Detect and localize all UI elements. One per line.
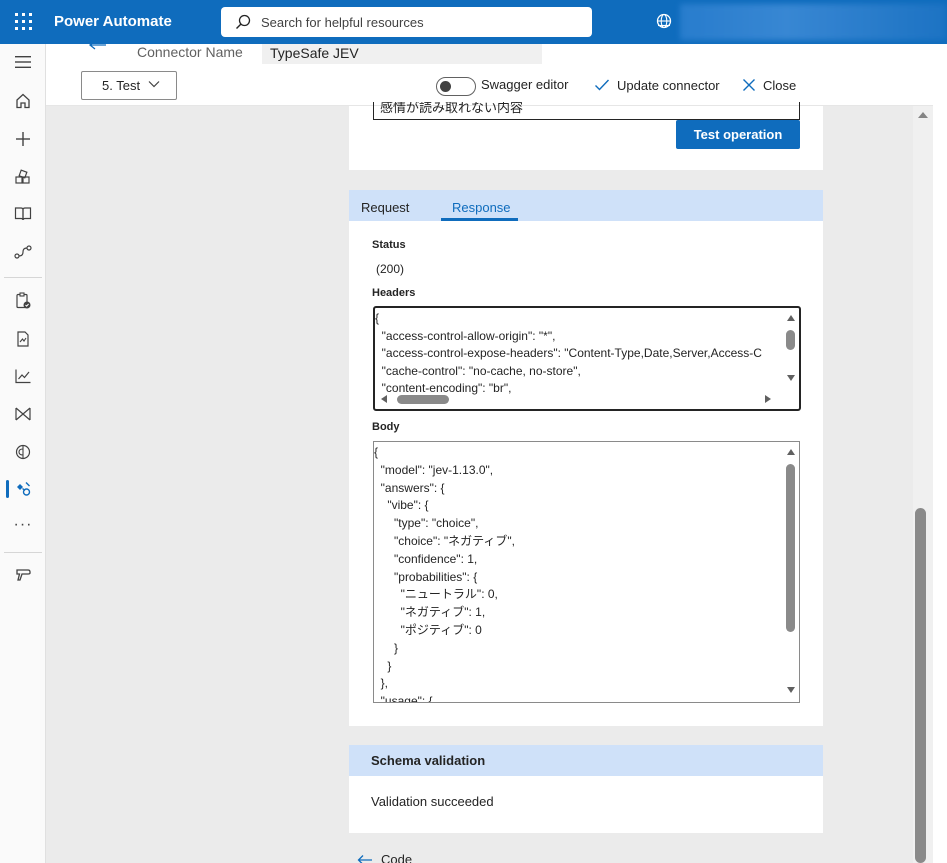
connector-header: Connector Name TypeSafe JEV xyxy=(46,44,933,64)
back-arrow-icon[interactable] xyxy=(88,44,108,54)
body-label: Body xyxy=(372,421,400,433)
code-line: }, xyxy=(374,676,389,691)
desktop-flows-icon[interactable] xyxy=(0,396,46,432)
body-vscroll-thumb[interactable] xyxy=(786,464,795,632)
update-connector-label: Update connector xyxy=(617,77,720,93)
templates-icon[interactable] xyxy=(0,159,46,195)
page-scrollbar[interactable] xyxy=(913,106,933,863)
code-line: "type": "choice", xyxy=(374,516,479,531)
code-line: "access-control-allow-origin": "*", xyxy=(375,328,556,343)
headers-vscrollbar[interactable] xyxy=(784,308,798,391)
page-scroll-thumb[interactable] xyxy=(915,508,926,863)
app-launcher-icon[interactable] xyxy=(14,12,34,32)
close-label: Close xyxy=(763,77,797,93)
code-line: "usage": { xyxy=(374,694,433,703)
tab-request[interactable]: Request xyxy=(361,200,409,215)
schema-validation-title: Schema validation xyxy=(349,745,823,776)
schema-validation-message: Validation succeeded xyxy=(371,794,494,809)
scroll-down-arrow-icon[interactable] xyxy=(787,687,795,693)
scroll-up-arrow-icon[interactable] xyxy=(787,449,795,455)
body-textarea[interactable]: { "model": "jev-1.13.0", "answers": { "v… xyxy=(373,441,800,703)
tab-response[interactable]: Response xyxy=(452,200,511,215)
ai-hub-icon[interactable] xyxy=(0,434,46,470)
scroll-down-arrow-icon[interactable] xyxy=(787,375,795,381)
scroll-right-arrow-icon[interactable] xyxy=(765,395,771,403)
step-dropdown[interactable]: 5. Test xyxy=(81,71,177,100)
headers-label: Headers xyxy=(372,287,416,299)
rail-divider xyxy=(4,277,42,278)
code-line: "confidence": 1, xyxy=(374,551,478,566)
code-back-link[interactable]: Code xyxy=(357,852,412,863)
chevron-down-icon xyxy=(148,81,160,88)
swagger-editor-toggle[interactable] xyxy=(436,77,476,96)
close-button[interactable]: Close xyxy=(742,74,796,96)
back-arrow-icon xyxy=(357,854,372,863)
approvals-icon[interactable] xyxy=(0,283,46,319)
code-line: } xyxy=(374,658,392,673)
code-line: } xyxy=(374,640,399,655)
checkmark-icon xyxy=(595,79,610,91)
code-line: "answers": { xyxy=(374,480,445,495)
status-label: Status xyxy=(372,239,406,251)
search-box[interactable] xyxy=(221,7,592,37)
app-bar: Power Automate xyxy=(0,0,947,44)
code-line: "probabilities": { xyxy=(374,569,478,584)
code-line: "ポジティブ": 0 xyxy=(374,623,482,637)
status-value: (200) xyxy=(376,262,405,276)
headers-textarea[interactable]: { "access-control-allow-origin": "*", "a… xyxy=(373,306,801,411)
request-payload-field[interactable]: 感情が読み取れない内容 xyxy=(373,102,800,120)
toolbar: 5. Test Swagger editor Update connector … xyxy=(46,64,933,106)
code-line: "ネガティブ": 1, xyxy=(374,605,486,620)
environment-blurred xyxy=(680,4,947,40)
menu-icon[interactable] xyxy=(0,44,46,80)
custom-connectors-icon[interactable] xyxy=(0,471,46,507)
more-icon[interactable]: ··· xyxy=(0,507,46,543)
schema-validation-card: Schema validation Validation succeeded xyxy=(349,745,823,833)
search-icon xyxy=(236,14,251,29)
request-response-card: Request Response Status (200) Headers { … xyxy=(349,190,823,726)
page-scroll-up-arrow-icon[interactable] xyxy=(918,112,928,118)
left-nav-rail: ··· xyxy=(0,44,46,863)
search-input[interactable] xyxy=(261,11,581,33)
swagger-editor-label: Swagger editor xyxy=(481,77,569,92)
test-operation-card: 感情が読み取れない内容 Test operation xyxy=(349,102,823,170)
close-icon xyxy=(743,79,755,91)
right-edge xyxy=(933,44,947,863)
create-icon[interactable] xyxy=(0,121,46,157)
connector-name-field[interactable]: TypeSafe JEV xyxy=(262,44,542,64)
test-operation-button[interactable]: Test operation xyxy=(676,120,800,149)
body-vscrollbar[interactable] xyxy=(784,442,798,702)
home-icon[interactable] xyxy=(0,83,46,119)
code-line: { xyxy=(375,311,380,325)
step-dropdown-value: 5. Test xyxy=(102,78,141,93)
code-line: "choice": "ネガティブ", xyxy=(374,534,516,548)
app-title[interactable]: Power Automate xyxy=(54,13,172,30)
connectors-icon[interactable] xyxy=(0,234,46,270)
response-tabbar: Request Response xyxy=(349,190,823,221)
connector-name-label: Connector Name xyxy=(137,44,243,60)
code-line: "vibe": { xyxy=(374,498,429,513)
solutions-icon[interactable] xyxy=(0,556,46,592)
code-line: "ニュートラル": 0, xyxy=(374,587,498,602)
monitor-icon[interactable] xyxy=(0,358,46,394)
learn-icon[interactable] xyxy=(0,196,46,232)
toggle-knob xyxy=(440,81,451,92)
environment-icon[interactable] xyxy=(655,12,673,30)
code-line: { xyxy=(374,445,379,459)
code-line: "content-encoding": "br", xyxy=(375,381,512,395)
code-line: "access-control-expose-headers": "Conten… xyxy=(375,346,762,360)
update-connector-button[interactable]: Update connector xyxy=(594,74,720,96)
headers-vscroll-thumb[interactable] xyxy=(786,330,795,350)
code-line: "model": "jev-1.13.0", xyxy=(374,462,494,477)
process-mining-icon[interactable] xyxy=(0,321,46,357)
tab-selected-indicator xyxy=(441,218,518,221)
code-line: "cache-control": "no-cache, no-store", xyxy=(375,363,581,378)
code-link-label: Code xyxy=(381,852,413,863)
scroll-up-arrow-icon[interactable] xyxy=(787,315,795,321)
rail-divider-2 xyxy=(4,552,42,553)
